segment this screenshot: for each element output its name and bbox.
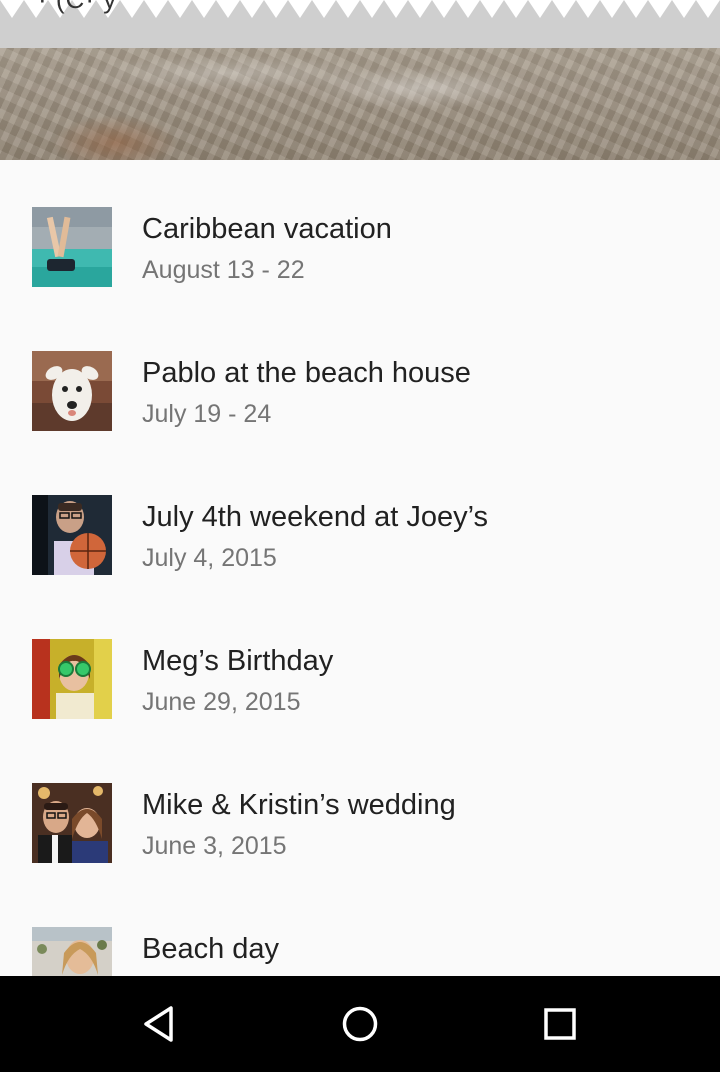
- item-title: July 4th weekend at Joey’s: [142, 501, 489, 533]
- hero-water-image: [0, 48, 720, 160]
- home-circle-icon: [342, 1006, 378, 1042]
- item-subtitle: August 13 - 22: [142, 256, 305, 284]
- header-title: · (C· y: [38, 0, 117, 15]
- item-subtitle: June 3, 2015: [142, 832, 287, 860]
- back-triangle-icon: [144, 1006, 173, 1042]
- thumb-beach-day-photo: [32, 927, 112, 976]
- album-list[interactable]: Caribbean vacation August 13 - 22 Pablo …: [0, 160, 720, 976]
- item-title: Meg’s Birthday: [142, 645, 334, 677]
- list-item[interactable]: Pablo at the beach house July 19 - 24: [0, 304, 720, 448]
- torn-header-strip: · (C· y: [0, 0, 720, 49]
- thumb-dog-photo: [32, 351, 112, 431]
- item-subtitle: July 19 - 24: [142, 400, 272, 428]
- item-title: Pablo at the beach house: [142, 357, 471, 389]
- list-item[interactable]: Caribbean vacation August 13 - 22: [0, 160, 720, 304]
- back-button[interactable]: [132, 996, 188, 1052]
- item-subtitle: July 4, 2015: [142, 544, 277, 572]
- thumb-diving-photo: [32, 207, 112, 287]
- item-title: Caribbean vacation: [142, 213, 392, 245]
- list-item[interactable]: Meg’s Birthday June 29, 2015: [0, 592, 720, 736]
- navigation-bar: [0, 976, 720, 1072]
- list-item[interactable]: July 4th weekend at Joey’s July 4, 2015: [0, 448, 720, 592]
- item-subtitle: June 29, 2015: [142, 688, 301, 716]
- item-title: Beach day: [142, 933, 280, 965]
- recents-square-icon: [544, 1008, 576, 1040]
- home-button[interactable]: [332, 996, 388, 1052]
- list-item[interactable]: Beach day: [0, 880, 720, 976]
- thumb-birthday-photo: [32, 639, 112, 719]
- item-title: Mike & Kristin’s wedding: [142, 789, 456, 821]
- screen: · (C· y Caribbean vacation August 13 - 2…: [0, 0, 720, 1072]
- recents-button[interactable]: [532, 996, 588, 1052]
- thumb-wedding-photo: [32, 783, 112, 863]
- thumb-basketball-photo: [32, 495, 112, 575]
- list-item[interactable]: Mike & Kristin’s wedding June 3, 2015: [0, 736, 720, 880]
